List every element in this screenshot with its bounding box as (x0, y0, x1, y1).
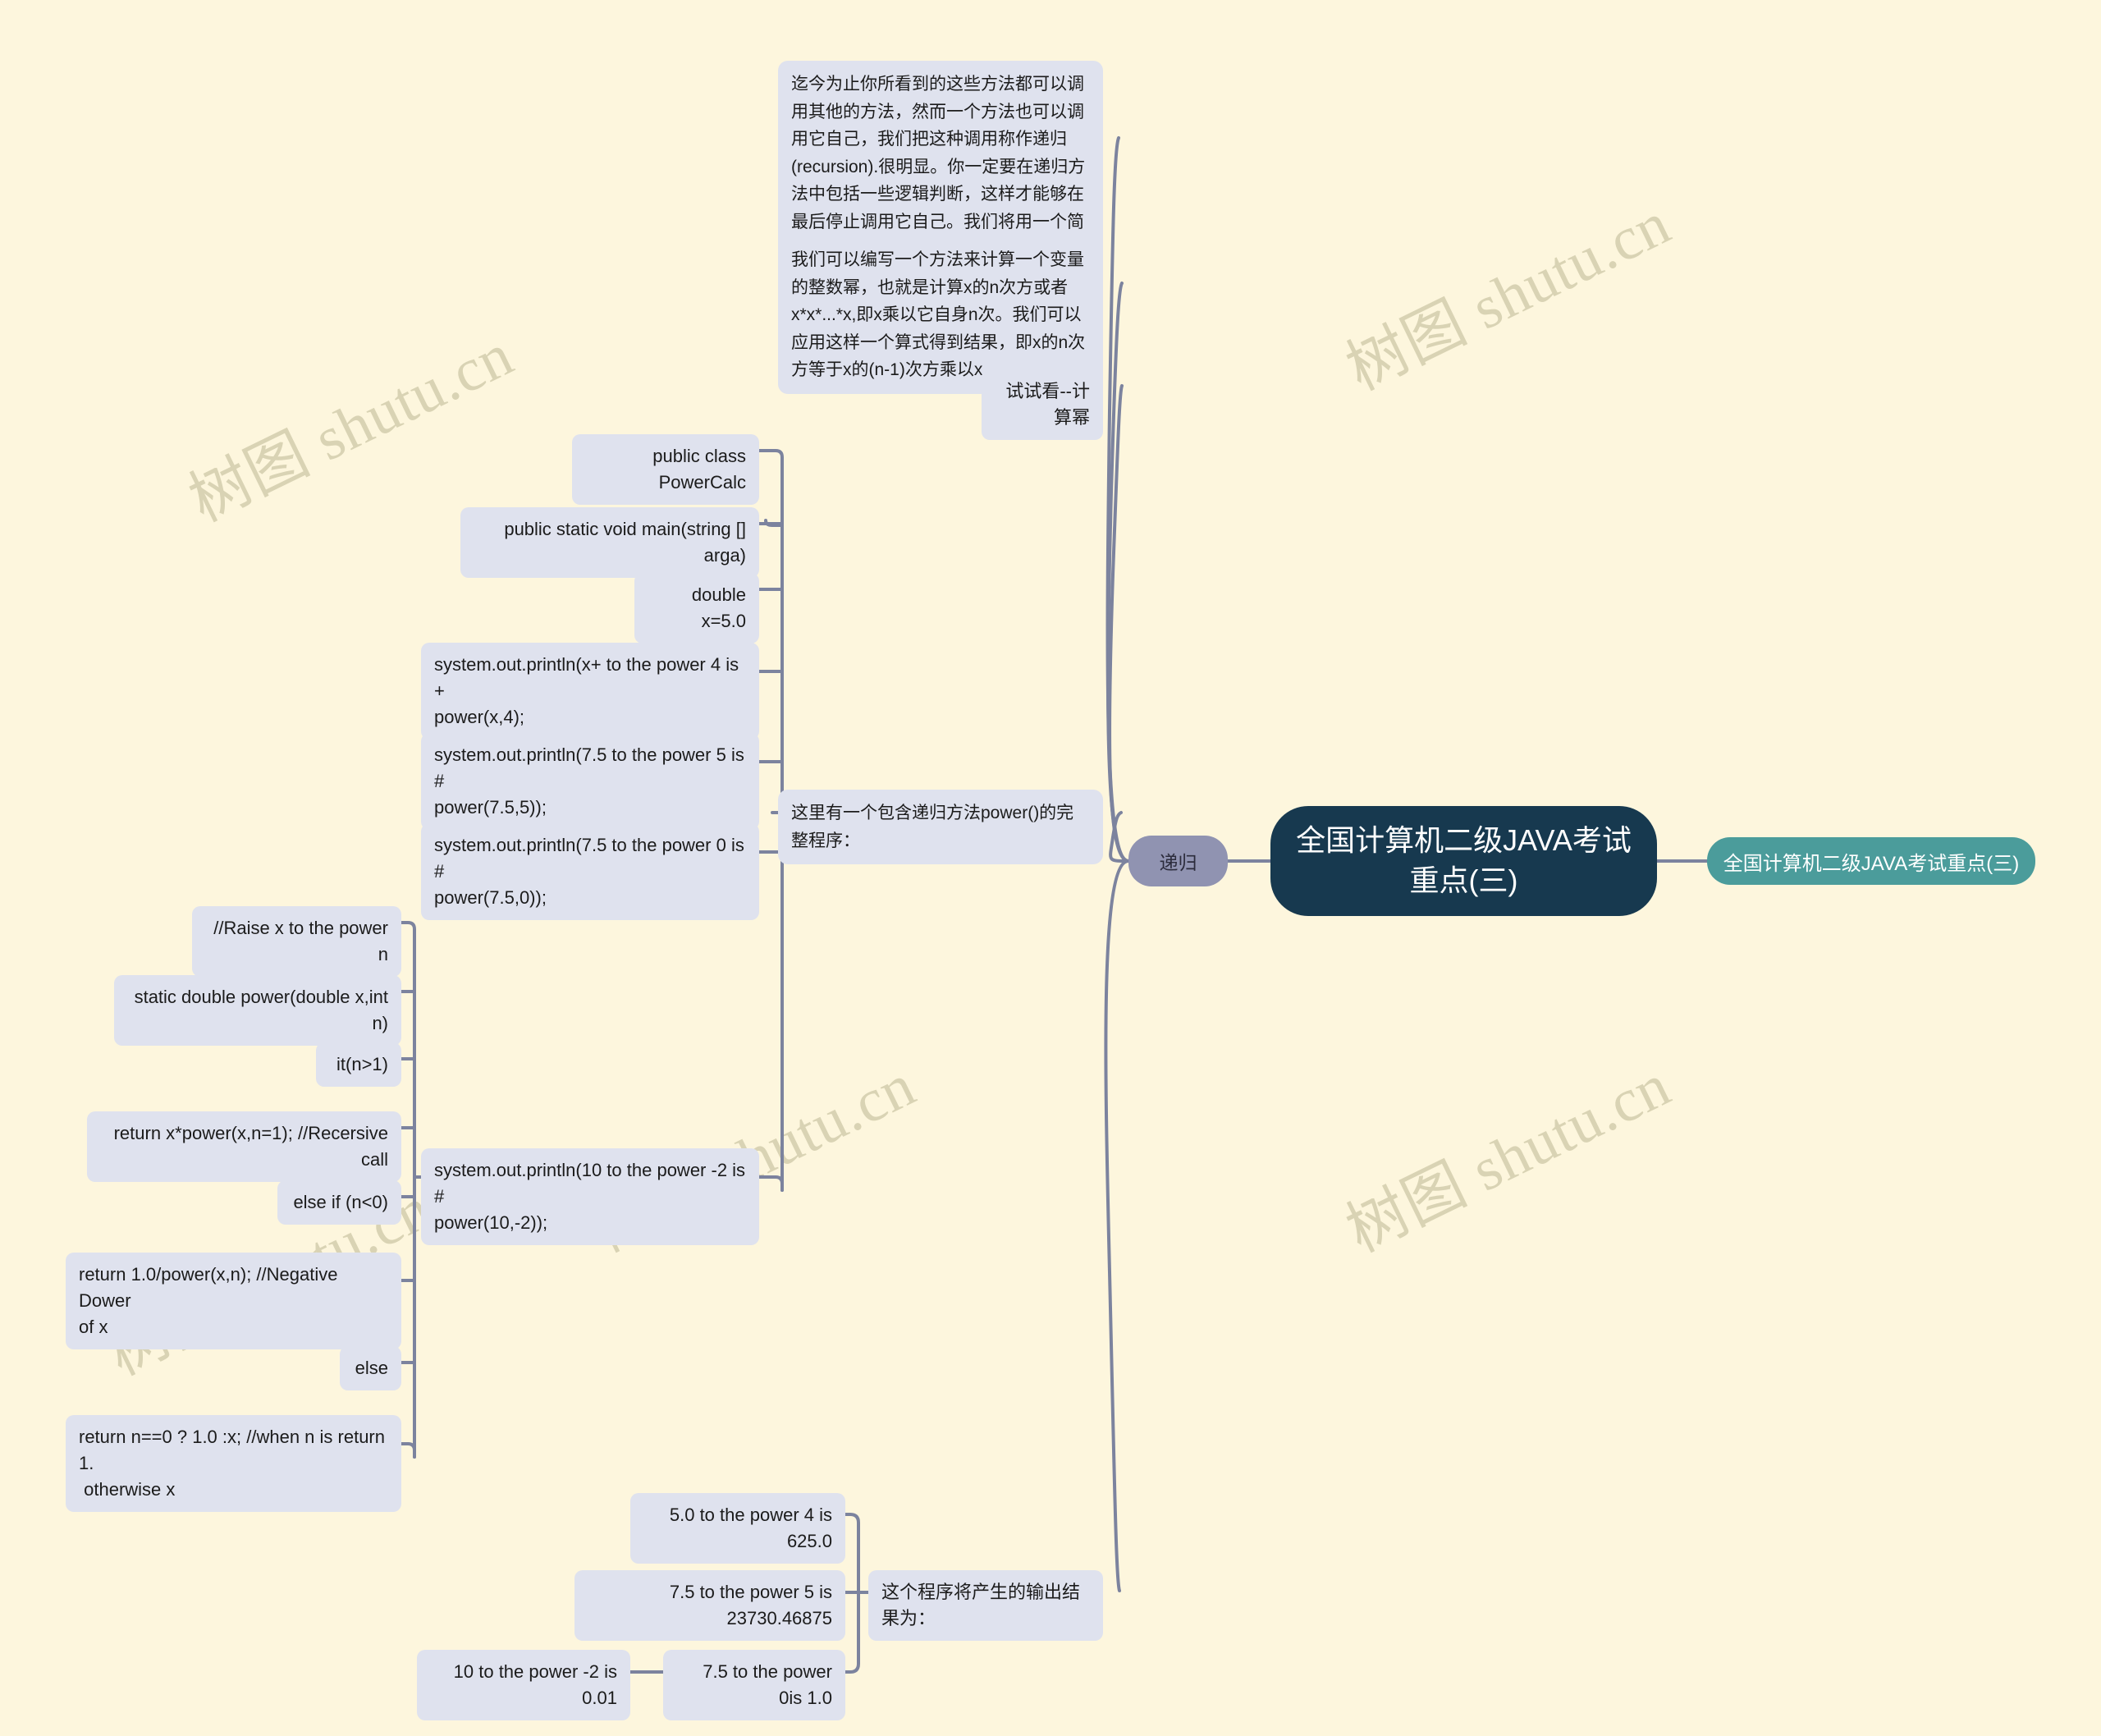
watermark-text: 树图 shutu.cn (1336, 1051, 1681, 1266)
connector-stub (400, 921, 416, 937)
topic-output-header[interactable]: 这个程序将产生的输出结果为： (868, 1570, 1103, 1641)
code-line-println-0[interactable]: system.out.println(7.5 to the power 0 is… (421, 823, 759, 920)
code-line-main[interactable]: public static void main(string [] arga) (460, 507, 759, 578)
connector-recursion-output (1104, 859, 1130, 1592)
method-line-comment[interactable]: //Raise x to the power n (192, 906, 401, 977)
method-line-if[interactable]: it(n>1) (316, 1042, 401, 1087)
topic-try-it[interactable]: 试试看--计算幂 (982, 369, 1103, 440)
method-line-ternary-return[interactable]: return n==0 ? 1.0 :x; //when n is return… (66, 1415, 401, 1512)
connector-output-1 (844, 1513, 860, 1594)
method-line-signature[interactable]: static double power(double x,int n) (114, 975, 401, 1046)
code-line-println-neg2[interactable]: system.out.println(10 to the power -2 is… (421, 1148, 759, 1245)
mindmap-canvas: 树图 shutu.cn 树图 shutu.cn 树图 shutu.cn 树图 s… (0, 0, 2101, 1736)
connector-stub (758, 449, 784, 465)
method-line-recursive-call[interactable]: return x*power(x,n=1); //Recersive call (87, 1111, 401, 1182)
branch-recursion[interactable]: 递归 (1128, 836, 1228, 886)
output-line-4[interactable]: 10 to the power -2 is 0.01 (417, 1650, 630, 1720)
code-line-class[interactable]: public class PowerCalc (572, 434, 759, 505)
code-line-double-x[interactable]: double x=5.0 (634, 573, 759, 644)
output-line-3[interactable]: 7.5 to the power 0is 1.0 (663, 1650, 845, 1720)
method-line-negative-power[interactable]: return 1.0/power(x,n); //Negative Dower … (66, 1253, 401, 1349)
watermark-text: 树图 shutu.cn (179, 321, 524, 535)
connector-recursion-try (1108, 384, 1130, 863)
page-title[interactable]: 全国计算机二级JAVA考试 重点(三) (1270, 806, 1657, 916)
method-line-else[interactable]: else (340, 1346, 401, 1390)
connector-recursion-intro (1105, 136, 1130, 863)
code-line-println-5[interactable]: system.out.println(7.5 to the power 5 is… (421, 733, 759, 830)
connector-stub (758, 1175, 784, 1192)
watermark-text: 树图 shutu.cn (1336, 190, 1681, 404)
topic-full-program[interactable]: 这里有一个包含递归方法power()的完整程序： (778, 790, 1103, 865)
code-line-println-4[interactable]: system.out.println(x+ to the power 4 is … (421, 643, 759, 740)
output-line-1[interactable]: 5.0 to the power 4 is 625.0 (630, 1493, 845, 1564)
connector-stub (400, 1442, 416, 1459)
connector-output-3 (844, 1591, 860, 1674)
connector-recursion-program (1109, 811, 1130, 863)
branch-exam-topic[interactable]: 全国计算机二级JAVA考试重点(三) (1707, 837, 2035, 885)
output-line-2[interactable]: 7.5 to the power 5 is 23730.46875 (574, 1570, 845, 1641)
connector-recursion-power (1106, 282, 1130, 863)
method-line-else-if[interactable]: else if (n<0) (277, 1180, 401, 1225)
